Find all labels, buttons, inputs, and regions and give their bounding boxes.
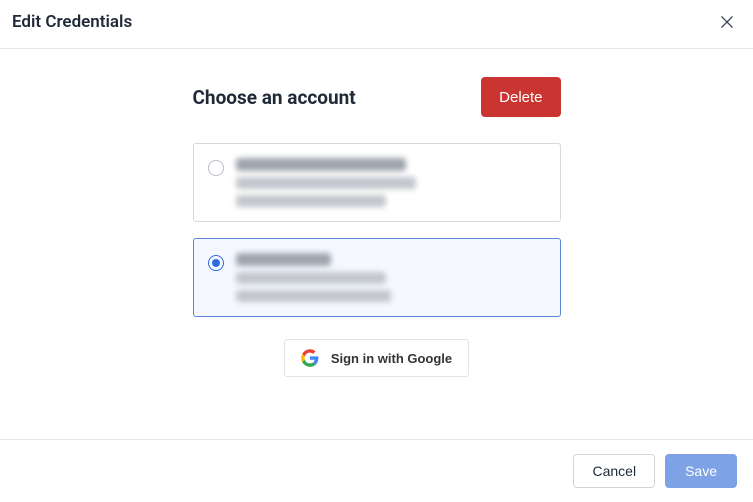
close-icon[interactable] (717, 12, 737, 32)
delete-button[interactable]: Delete (481, 77, 560, 117)
sign-in-with-google-button[interactable]: Sign in with Google (284, 339, 469, 377)
cancel-button[interactable]: Cancel (573, 454, 655, 488)
account-created (236, 195, 386, 207)
panel-title: Choose an account (193, 86, 356, 109)
google-logo-icon (301, 349, 319, 367)
save-button[interactable]: Save (665, 454, 737, 488)
account-option-selected[interactable] (193, 238, 561, 317)
account-name (236, 158, 406, 171)
account-email (236, 177, 416, 189)
dialog-content: Choose an account Delete (0, 49, 753, 401)
google-signin-label: Sign in with Google (331, 351, 452, 366)
account-email (236, 272, 386, 284)
dialog-title: Edit Credentials (12, 12, 132, 32)
account-details (236, 158, 416, 207)
panel-header: Choose an account Delete (193, 77, 561, 117)
dialog-header: Edit Credentials (0, 0, 753, 49)
radio-unchecked-icon[interactable] (208, 160, 224, 176)
account-option[interactable] (193, 143, 561, 222)
account-created (236, 290, 391, 302)
radio-checked-icon[interactable] (208, 255, 224, 271)
dialog-footer: Cancel Save (0, 439, 753, 502)
account-details (236, 253, 391, 302)
account-name (236, 253, 331, 266)
